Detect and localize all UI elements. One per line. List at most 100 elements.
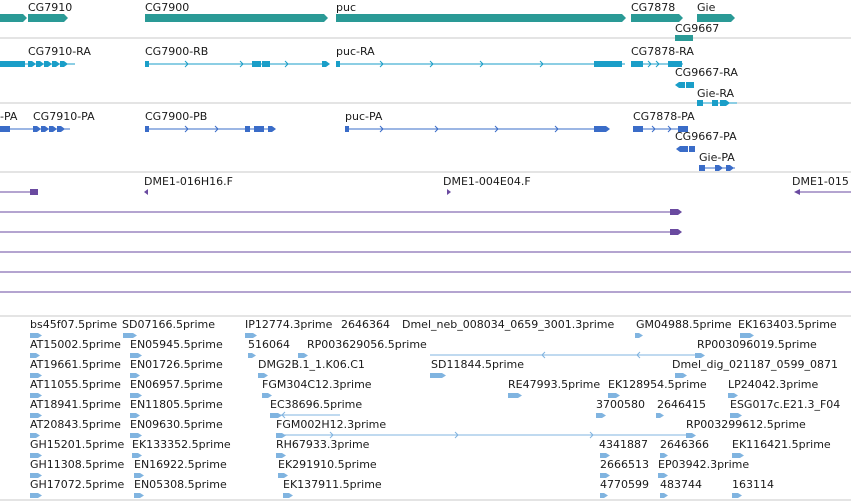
est-label[interactable]: SD11844.5prime	[431, 359, 524, 371]
est-label[interactable]: EK137911.5prime	[283, 479, 382, 491]
gene-label[interactable]: puc	[336, 2, 356, 14]
est-label[interactable]: EN09630.5prime	[130, 419, 223, 431]
est-label[interactable]: RP003096019.5prime	[697, 339, 817, 351]
est-label[interactable]: 2646366	[660, 439, 709, 451]
gene-label[interactable]: CG7900	[145, 2, 189, 14]
est-glyph	[248, 353, 256, 358]
est-label[interactable]: EN11805.5prime	[130, 399, 223, 411]
transcript-exon	[712, 100, 718, 106]
est-glyph	[30, 493, 42, 498]
est-label[interactable]: IP12774.3prime	[245, 319, 332, 331]
est-label[interactable]: LP24042.3prime	[728, 379, 818, 391]
transcript-exon	[697, 100, 703, 106]
protein-label[interactable]: CG7900-PB	[145, 111, 207, 123]
protein-label[interactable]: Gie-PA	[699, 152, 735, 164]
est-label[interactable]: EP03942.3prime	[658, 459, 749, 471]
est-label[interactable]: AT19661.5prime	[30, 359, 121, 371]
clone-label[interactable]: DME1-016H16.F	[144, 176, 233, 188]
est-label[interactable]: EK133352.5prime	[132, 439, 231, 451]
clone-end	[670, 229, 682, 235]
est-label[interactable]: ESG017c.E21.3_F04	[730, 399, 840, 411]
transcript-exon	[28, 61, 36, 67]
transcript-label[interactable]: CG7878-RA	[631, 46, 694, 58]
est-label[interactable]: EN05945.5prime	[130, 339, 223, 351]
est-label[interactable]: RP003299612.5prime	[686, 419, 806, 431]
protein-exon	[49, 126, 57, 132]
est-label[interactable]: Dmel_neb_008034_0659_3001.3prime	[402, 319, 614, 331]
est-label[interactable]: 3700580	[596, 399, 645, 411]
est-glyph	[656, 413, 664, 418]
protein-exon	[699, 165, 705, 171]
est-label[interactable]: 516064	[248, 339, 290, 351]
transcript-label[interactable]: CG7910-RA	[28, 46, 91, 58]
est-label[interactable]: EN05308.5prime	[134, 479, 227, 491]
est-label[interactable]: EK291910.5prime	[278, 459, 377, 471]
est-label[interactable]: GH11308.5prime	[30, 459, 124, 471]
est-label[interactable]: GH17072.5prime	[30, 479, 124, 491]
clone-end	[670, 209, 682, 215]
est-label[interactable]: EN16922.5prime	[134, 459, 227, 471]
est-label[interactable]: RH67933.3prime	[276, 439, 369, 451]
transcript-exon	[145, 61, 149, 67]
est-label[interactable]: 4341887	[599, 439, 648, 451]
gene-glyph	[28, 14, 68, 22]
est-label[interactable]: bs45f07.5prime	[30, 319, 117, 331]
protein-label[interactable]: CG7878-PA	[633, 111, 695, 123]
est-label[interactable]: EC38696.5prime	[270, 399, 362, 411]
clone-end	[30, 189, 38, 195]
est-label[interactable]: 2646364	[341, 319, 390, 331]
est-label[interactable]: 483744	[660, 479, 702, 491]
est-label[interactable]: GM04988.5prime	[636, 319, 732, 331]
protein-exon	[41, 126, 49, 132]
est-label[interactable]: AT15002.5prime	[30, 339, 121, 351]
clone-label[interactable]: DME1-015	[792, 176, 849, 188]
protein-exon	[254, 126, 264, 132]
est-label[interactable]: DMG2B.1_1.K06.C1	[258, 359, 365, 371]
protein-label[interactable]: puc-PA	[345, 111, 382, 123]
est-label[interactable]: EN06957.5prime	[130, 379, 223, 391]
est-label[interactable]: 163114	[732, 479, 774, 491]
transcript-exon	[252, 61, 261, 67]
est-label[interactable]: RP003629056.5prime	[307, 339, 427, 351]
transcript-label[interactable]: CG7900-RB	[145, 46, 208, 58]
est-label[interactable]: GH15201.5prime	[30, 439, 124, 451]
transcript-label[interactable]: Gie-RA	[697, 88, 734, 100]
est-glyph	[600, 493, 608, 498]
clone-end	[144, 189, 148, 195]
protein-label[interactable]: CG9667-PA	[675, 131, 737, 143]
est-glyph	[508, 393, 522, 398]
gene-label[interactable]: Gie	[697, 2, 715, 14]
est-label[interactable]: EK163403.5prime	[738, 319, 837, 331]
est-label[interactable]: FGM304C12.3prime	[262, 379, 372, 391]
protein-exon	[245, 126, 250, 132]
est-label[interactable]: Dmel_dig_021187_0599_0871	[672, 359, 838, 371]
est-label[interactable]: 2646415	[657, 399, 706, 411]
est-label[interactable]: 2666513	[600, 459, 649, 471]
protein-exon	[676, 146, 688, 152]
est-label[interactable]: EN01726.5prime	[130, 359, 223, 371]
est-glyph	[283, 493, 293, 498]
transcript-exon	[60, 61, 68, 67]
est-label[interactable]: AT20843.5prime	[30, 419, 121, 431]
est-label[interactable]: EK128954.5prime	[608, 379, 707, 391]
transcript-exon	[720, 100, 730, 106]
est-label[interactable]: FGM002H12.3prime	[276, 419, 386, 431]
gene-label[interactable]: CG7878	[631, 2, 675, 14]
est-label[interactable]: EK116421.5prime	[732, 439, 831, 451]
est-label[interactable]: RE47993.5prime	[508, 379, 600, 391]
protein-exon	[345, 126, 349, 132]
est-label[interactable]: SD07166.5prime	[122, 319, 215, 331]
transcript-label[interactable]: puc-RA	[336, 46, 375, 58]
protein-label[interactable]: CG7910-PA	[33, 111, 95, 123]
transcript-exon	[594, 61, 622, 67]
est-label[interactable]: 4770599	[600, 479, 649, 491]
protein-exon	[633, 126, 643, 132]
gene-label[interactable]: CG9667	[675, 23, 719, 35]
est-label[interactable]: AT18941.5prime	[30, 399, 121, 411]
transcript-label[interactable]: CG9667-RA	[675, 67, 738, 79]
protein-exon	[57, 126, 65, 132]
est-label[interactable]: AT11055.5prime	[30, 379, 121, 391]
gene-label[interactable]: CG7910	[28, 2, 72, 14]
protein-label[interactable]: -PA	[0, 111, 17, 123]
clone-label[interactable]: DME1-004E04.F	[443, 176, 531, 188]
